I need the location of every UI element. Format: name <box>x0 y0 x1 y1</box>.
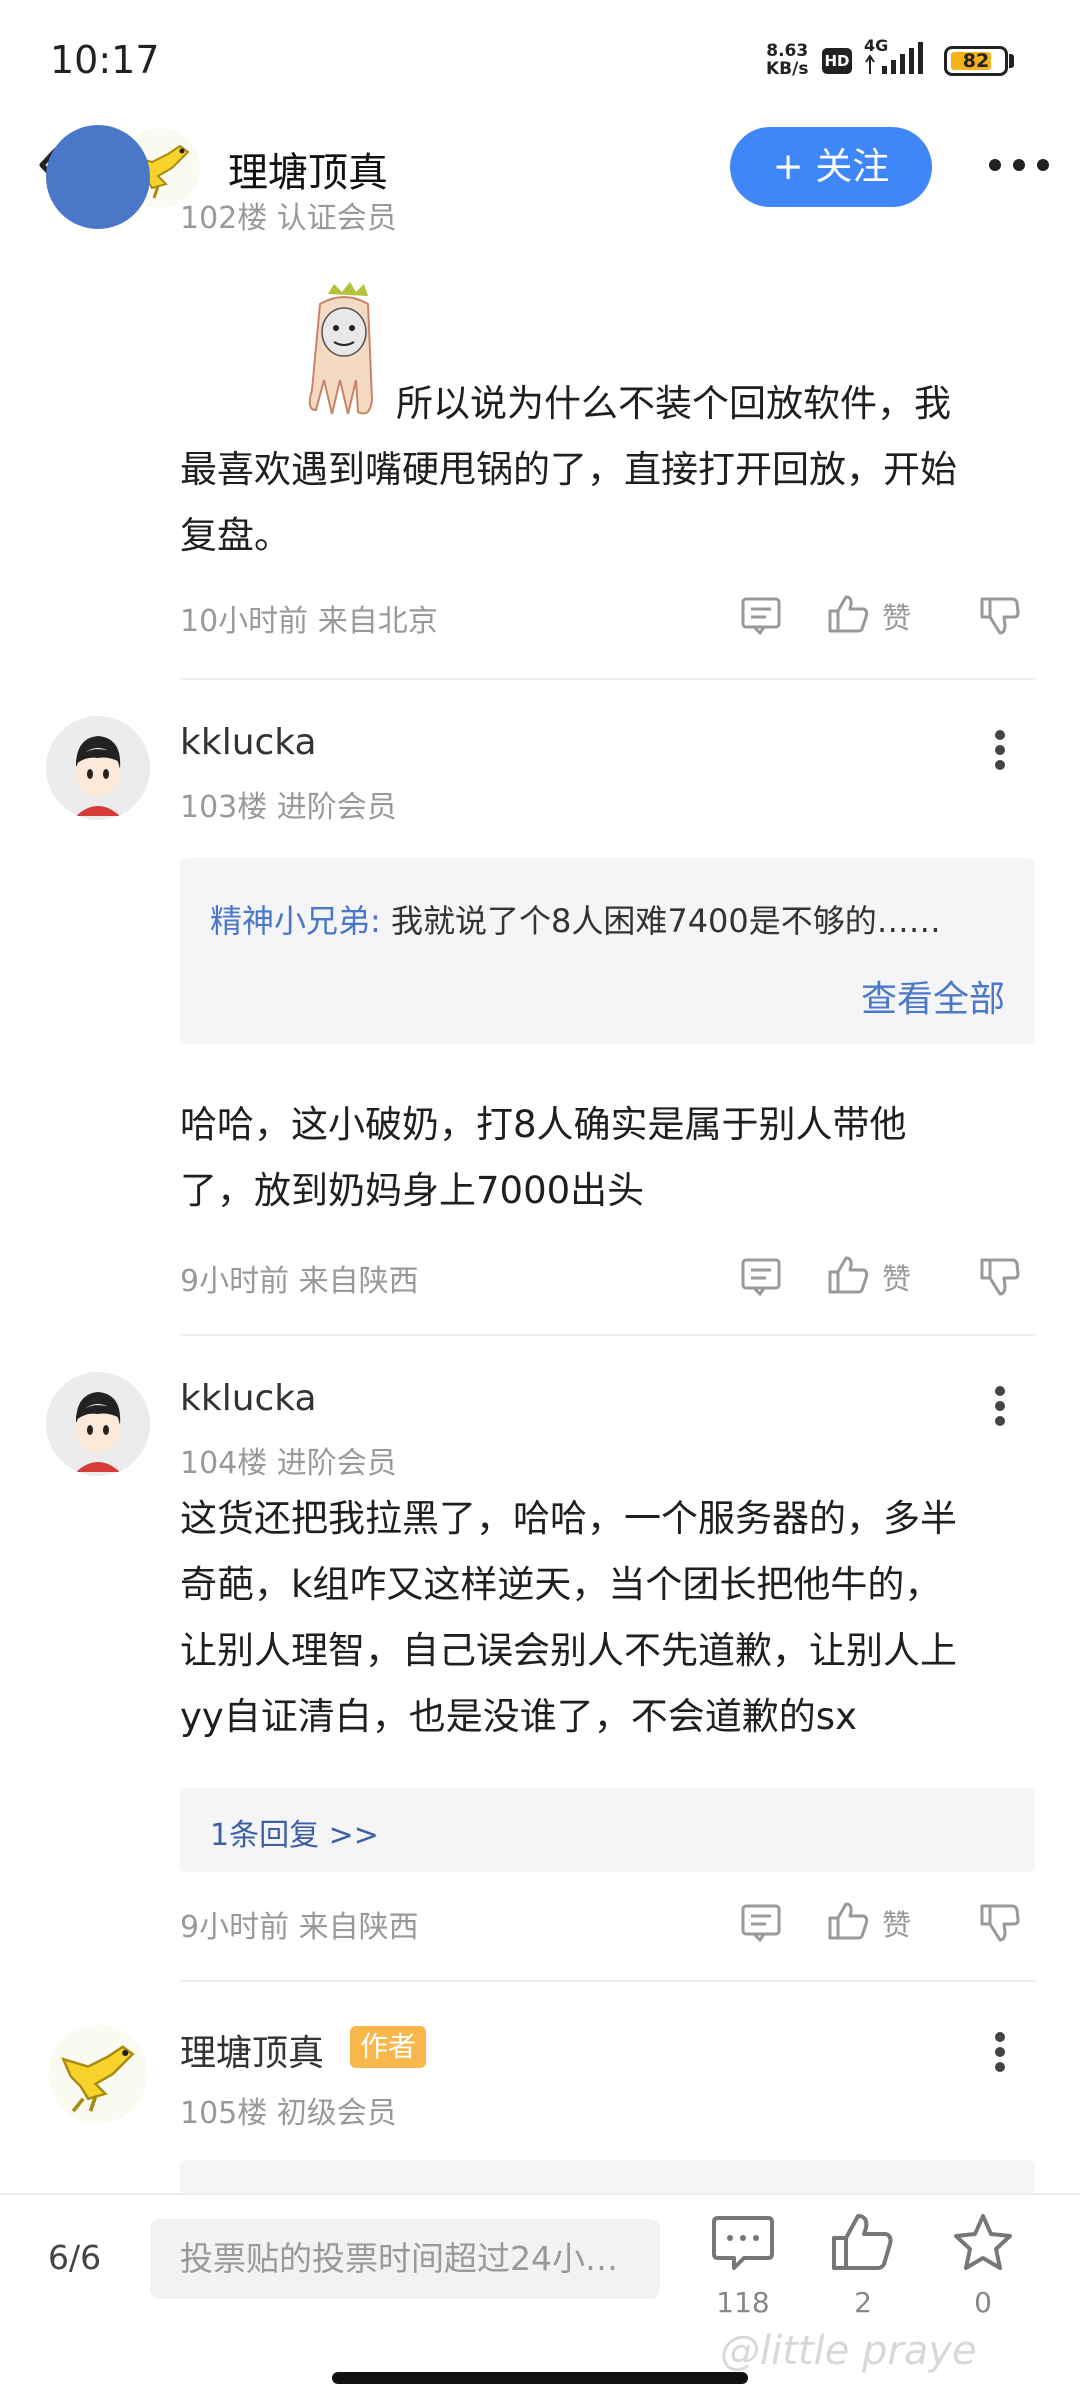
floor-meta: 104楼 进阶会员 <box>180 1446 397 1481</box>
post-102: 102楼 认证会员 所以说为什么不装个回放软件，我 最喜欢遇到嘴硬甩锅的了，直接… <box>0 125 1080 685</box>
dislike-button[interactable] <box>978 1256 1022 1298</box>
star-icon <box>954 2214 1012 2270</box>
quoted-reply[interactable]: 精神小兄弟: 我就说了个8人困难7400是不够的…… 查看全部 <box>180 858 1035 1044</box>
signal-icon: 4G <box>862 36 932 76</box>
divider <box>180 1334 1035 1336</box>
thumbs-up-icon <box>832 2214 893 2270</box>
comment-count: 118 <box>716 2286 770 2319</box>
post-text: 所以说为什么不装个回放软件，我 最喜欢遇到嘴硬甩锅的了，直接打开回放，开始 复盘… <box>180 371 1040 569</box>
quoted-reply[interactable] <box>180 2160 1035 2194</box>
avatar[interactable] <box>46 716 150 820</box>
cartoon-avatar-icon <box>46 1372 150 1476</box>
post-text-line: 让别人理智，自己误会别人不先道歉，让别人上 <box>180 1629 957 1672</box>
thumbs-up-icon <box>828 1256 869 1294</box>
thumbs-down-icon <box>980 1258 1020 1296</box>
view-all-link[interactable]: 查看全部 <box>861 970 1005 1022</box>
post-104: kklucka 104楼 进阶会员 这货还把我拉黑了，哈哈，一个服务器的，多半 … <box>0 1356 1080 1976</box>
thumbs-up-icon <box>828 1902 869 1940</box>
post-text-line: 这货还把我拉黑了，哈哈，一个服务器的，多半 <box>180 1497 957 1540</box>
floor-meta: 102楼 认证会员 <box>180 201 397 236</box>
post-options-button[interactable] <box>990 728 1010 772</box>
battery-icon: 82 <box>944 46 1008 76</box>
like-button[interactable]: 赞 <box>826 1900 946 1942</box>
reply-button[interactable] <box>740 595 784 636</box>
yellow-bird-logo-icon <box>48 2024 148 2124</box>
battery-level: 82 <box>962 50 990 72</box>
username[interactable]: kklucka <box>180 722 317 763</box>
comment-icon <box>712 2216 774 2270</box>
comment-icon <box>741 1904 781 1943</box>
more-options-button[interactable] <box>985 150 1055 180</box>
reply-button[interactable] <box>740 1902 784 1943</box>
watermark: @little praye <box>720 2328 977 2374</box>
like-thread-button[interactable]: 2 <box>823 2210 903 2330</box>
post-text-line: 最喜欢遇到嘴硬甩锅的了，直接打开回放，开始 <box>180 448 957 491</box>
divider <box>180 1980 1035 1982</box>
kebab-icon <box>995 2032 1005 2042</box>
quote-text: 我就说了个8人困难7400是不够的…… <box>390 902 941 940</box>
like-button[interactable]: 赞 <box>826 593 946 635</box>
avatar[interactable] <box>46 1372 150 1476</box>
post-text: 哈哈，这小破奶，打8人确实是属于别人带他 了，放到奶妈身上7000出头 <box>180 1092 1040 1224</box>
follow-button[interactable]: + 关注 <box>730 127 932 207</box>
status-time: 10:17 <box>50 38 160 82</box>
time-location: 9小时前 来自陕西 <box>180 1264 419 1299</box>
username[interactable]: kklucka <box>180 1378 317 1419</box>
cartoon-avatar-icon <box>46 716 150 820</box>
avatar[interactable] <box>46 2022 150 2126</box>
network-speed-unit: KB/s <box>766 59 809 79</box>
replies-link[interactable]: 1条回复 >> <box>210 1810 379 1854</box>
avatar[interactable] <box>46 125 150 229</box>
divider <box>180 678 1035 680</box>
replies-box[interactable]: 1条回复 >> <box>180 1788 1035 1872</box>
post-text-line: 奇葩，k组咋又这样逆天，当个团长把他牛的， <box>180 1563 942 1606</box>
thumbs-down-icon <box>980 597 1020 635</box>
like-label: 赞 <box>882 1908 912 1942</box>
reply-button[interactable] <box>740 1256 784 1297</box>
dislike-button[interactable] <box>978 1902 1022 1944</box>
dislike-button[interactable] <box>978 595 1022 637</box>
like-count: 2 <box>854 2286 872 2319</box>
post-103: kklucka 103楼 进阶会员 精神小兄弟: 我就说了个8人困难7400是不… <box>0 700 1080 1320</box>
like-button[interactable]: 赞 <box>826 1254 946 1296</box>
post-105: 理塘顶真 作者 105楼 初级会员 <box>0 2002 1080 2194</box>
time-location: 9小时前 来自陕西 <box>180 1910 419 1945</box>
network-speed: 8.63 KB/s <box>766 42 808 78</box>
more-icon <box>989 159 1001 171</box>
author-badge: 作者 <box>350 2026 427 2068</box>
thumbs-up-icon <box>828 595 869 633</box>
page-indicator[interactable]: 6/6 <box>48 2238 101 2277</box>
kebab-icon <box>995 730 1005 740</box>
post-options-button[interactable] <box>990 2030 1010 2074</box>
time-location: 10小时前 来自北京 <box>180 604 438 639</box>
quote-line: 精神小兄弟: 我就说了个8人困难7400是不够的…… <box>210 896 941 942</box>
page-title: 理塘顶真 <box>228 150 388 196</box>
thumbs-down-icon <box>980 1904 1020 1942</box>
network-speed-value: 8.63 <box>766 41 809 61</box>
kebab-icon <box>995 1386 1005 1396</box>
floor-meta: 103楼 进阶会员 <box>180 790 397 825</box>
post-text-line: yy自证清白，也是没谁了，不会道歉的sx <box>180 1695 857 1738</box>
floor-meta: 105楼 初级会员 <box>180 2096 397 2131</box>
like-label: 赞 <box>882 1262 912 1296</box>
quote-author[interactable]: 精神小兄弟: <box>210 902 381 940</box>
comment-icon <box>741 597 781 636</box>
like-label: 赞 <box>882 601 912 635</box>
home-indicator[interactable] <box>332 2372 748 2384</box>
post-text-line: 所以说为什么不装个回放软件，我 <box>396 382 951 425</box>
post-options-button[interactable] <box>990 1384 1010 1428</box>
favorite-count: 0 <box>974 2286 992 2319</box>
comments-button[interactable]: 118 <box>703 2210 783 2330</box>
hd-icon: HD <box>822 48 852 74</box>
favorite-button[interactable]: 0 <box>943 2210 1023 2330</box>
comment-icon <box>741 1258 781 1297</box>
status-bar: 10:17 8.63 KB/s HD 4G 82 <box>0 0 1080 120</box>
post-text-line: 复盘。 <box>180 514 291 557</box>
username[interactable]: 理塘顶真 <box>180 2024 324 2076</box>
post-text-line: 了，放到奶妈身上7000出头 <box>180 1169 645 1212</box>
post-text: 这货还把我拉黑了，哈哈，一个服务器的，多半 奇葩，k组咋又这样逆天，当个团长把他… <box>180 1486 1060 1750</box>
post-text-line: 哈哈，这小破奶，打8人确实是属于别人带他 <box>180 1103 907 1146</box>
reply-input[interactable]: 投票贴的投票时间超过24小… <box>150 2219 660 2299</box>
